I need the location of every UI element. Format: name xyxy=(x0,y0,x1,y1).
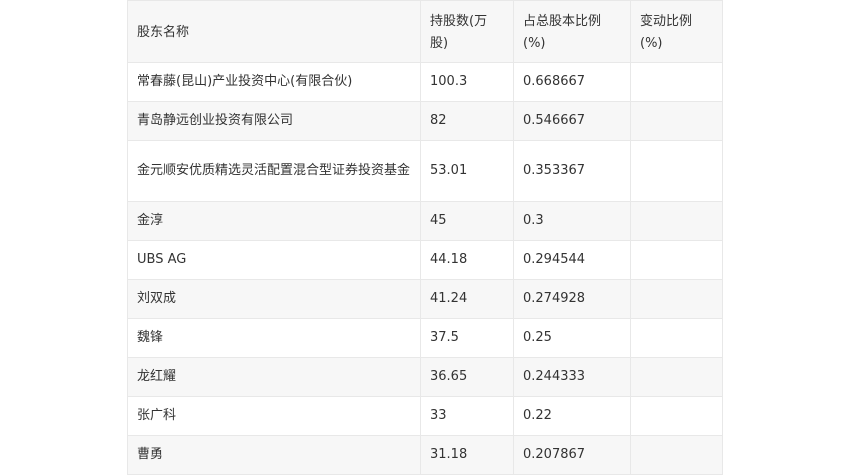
cell-share-ratio: 0.274928 xyxy=(513,279,631,319)
cell-shares: 31.18 xyxy=(420,435,514,475)
cell-change-ratio xyxy=(630,62,723,102)
cell-share-ratio: 0.353367 xyxy=(513,140,631,202)
cell-shareholder-name: 龙红耀 xyxy=(127,357,421,397)
header-share-ratio: 占总股本比例(%) xyxy=(513,0,631,63)
table-row: 金淳 45 0.3 xyxy=(127,201,723,241)
cell-shareholder-name: 青岛静远创业投资有限公司 xyxy=(127,101,421,141)
header-shareholder-name: 股东名称 xyxy=(127,0,421,63)
cell-share-ratio: 0.546667 xyxy=(513,101,631,141)
cell-shares: 33 xyxy=(420,396,514,436)
cell-shares: 44.18 xyxy=(420,240,514,280)
shareholder-table-container: 股东名称 持股数(万股) 占总股本比例(%) 变动比例(%) 常春藤(昆山)产业… xyxy=(127,0,723,475)
cell-change-ratio xyxy=(630,201,723,241)
shareholder-table: 股东名称 持股数(万股) 占总股本比例(%) 变动比例(%) 常春藤(昆山)产业… xyxy=(127,0,723,475)
cell-shares: 36.65 xyxy=(420,357,514,397)
table-body: 常春藤(昆山)产业投资中心(有限合伙) 100.3 0.668667 青岛静远创… xyxy=(127,62,723,475)
table-row: UBS AG 44.18 0.294544 xyxy=(127,240,723,280)
cell-shareholder-name: 金淳 xyxy=(127,201,421,241)
table-row: 金元顺安优质精选灵活配置混合型证券投资基金 53.01 0.353367 xyxy=(127,140,723,202)
cell-share-ratio: 0.668667 xyxy=(513,62,631,102)
cell-change-ratio xyxy=(630,357,723,397)
cell-shareholder-name: 曹勇 xyxy=(127,435,421,475)
table-row: 刘双成 41.24 0.274928 xyxy=(127,279,723,319)
cell-share-ratio: 0.22 xyxy=(513,396,631,436)
cell-shares: 53.01 xyxy=(420,140,514,202)
cell-shareholder-name: 刘双成 xyxy=(127,279,421,319)
header-shares: 持股数(万股) xyxy=(420,0,514,63)
cell-shares: 82 xyxy=(420,101,514,141)
cell-change-ratio xyxy=(630,140,723,202)
cell-share-ratio: 0.294544 xyxy=(513,240,631,280)
cell-change-ratio xyxy=(630,101,723,141)
table-row: 张广科 33 0.22 xyxy=(127,396,723,436)
cell-change-ratio xyxy=(630,435,723,475)
table-row: 龙红耀 36.65 0.244333 xyxy=(127,357,723,397)
cell-shareholder-name: UBS AG xyxy=(127,240,421,280)
cell-shareholder-name: 张广科 xyxy=(127,396,421,436)
cell-shares: 100.3 xyxy=(420,62,514,102)
cell-shareholder-name: 常春藤(昆山)产业投资中心(有限合伙) xyxy=(127,62,421,102)
table-header: 股东名称 持股数(万股) 占总股本比例(%) 变动比例(%) xyxy=(127,0,723,63)
table-row: 魏锋 37.5 0.25 xyxy=(127,318,723,358)
table-row: 曹勇 31.18 0.207867 xyxy=(127,435,723,475)
cell-share-ratio: 0.25 xyxy=(513,318,631,358)
cell-share-ratio: 0.207867 xyxy=(513,435,631,475)
cell-share-ratio: 0.244333 xyxy=(513,357,631,397)
cell-change-ratio xyxy=(630,318,723,358)
table-row: 常春藤(昆山)产业投资中心(有限合伙) 100.3 0.668667 xyxy=(127,62,723,102)
cell-change-ratio xyxy=(630,240,723,280)
table-row: 青岛静远创业投资有限公司 82 0.546667 xyxy=(127,101,723,141)
cell-shareholder-name: 金元顺安优质精选灵活配置混合型证券投资基金 xyxy=(127,140,421,202)
cell-share-ratio: 0.3 xyxy=(513,201,631,241)
cell-shareholder-name: 魏锋 xyxy=(127,318,421,358)
cell-change-ratio xyxy=(630,396,723,436)
cell-shares: 45 xyxy=(420,201,514,241)
cell-shares: 37.5 xyxy=(420,318,514,358)
cell-change-ratio xyxy=(630,279,723,319)
header-change-ratio: 变动比例(%) xyxy=(630,0,723,63)
cell-shares: 41.24 xyxy=(420,279,514,319)
header-row: 股东名称 持股数(万股) 占总股本比例(%) 变动比例(%) xyxy=(127,0,723,63)
